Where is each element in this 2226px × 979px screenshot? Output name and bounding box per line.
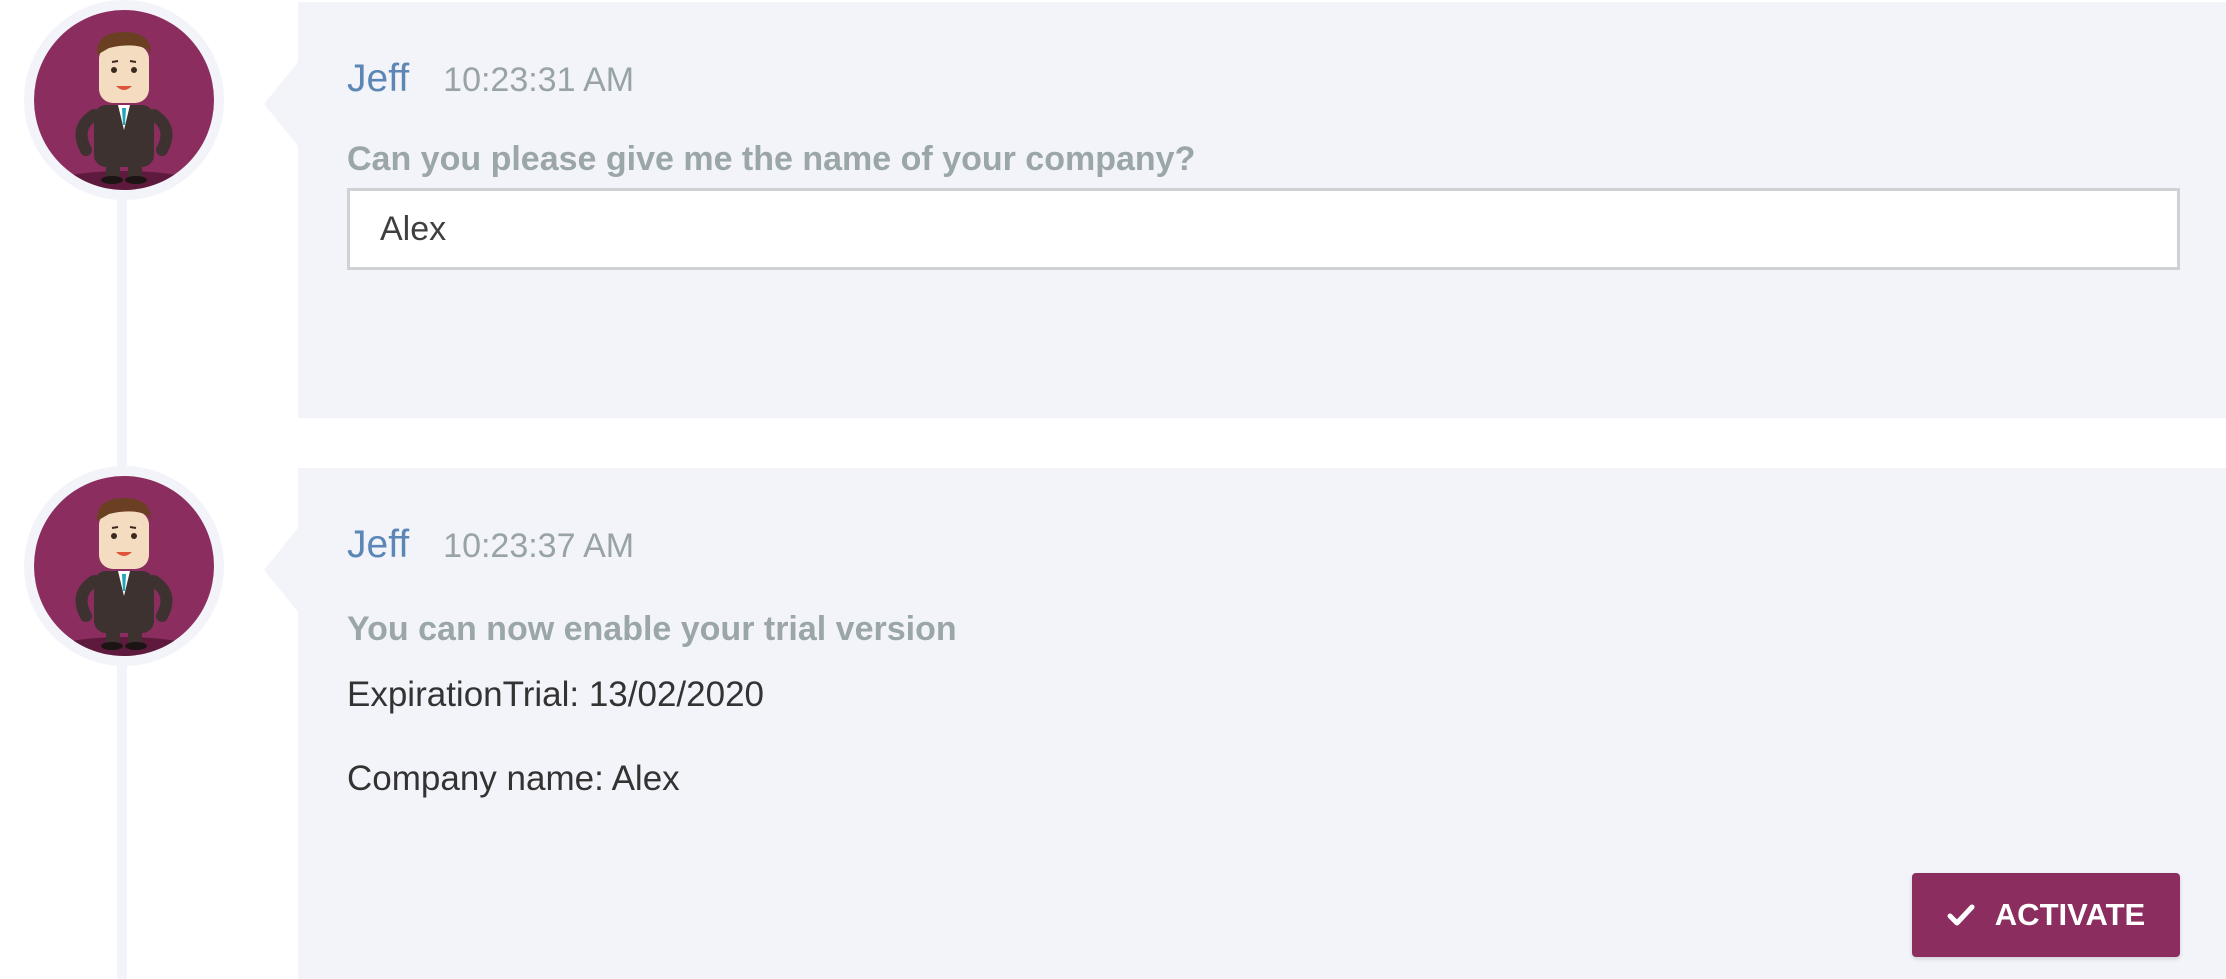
- chat-timeline: Jeff 10:23:31 AM Can you please give me …: [0, 0, 2226, 979]
- businessman-avatar-icon: [34, 10, 214, 190]
- message-bubble: Jeff 10:23:37 AM You can now enable your…: [264, 468, 2226, 979]
- trial-title: You can now enable your trial version: [347, 610, 957, 648]
- message-time: 10:23:37 AM: [443, 527, 635, 565]
- activate-button[interactable]: ACTIVATE: [1912, 873, 2180, 957]
- company-answer-field[interactable]: Alex: [347, 188, 2180, 270]
- businessman-avatar-icon: [34, 476, 214, 656]
- avatar: [24, 0, 224, 200]
- expiration-trial-text: ExpirationTrial: 13/02/2020: [347, 675, 765, 714]
- question-text: Can you please give me the name of your …: [347, 140, 1196, 178]
- sender-name: Jeff: [347, 523, 410, 566]
- message-time: 10:23:31 AM: [443, 61, 635, 99]
- sender-name: Jeff: [347, 57, 410, 100]
- activate-label: ACTIVATE: [1994, 897, 2146, 932]
- message-bubble: Jeff 10:23:31 AM Can you please give me …: [264, 2, 2226, 418]
- company-name-text: Company name: Alex: [347, 759, 680, 798]
- avatar: [24, 466, 224, 666]
- check-icon: [1947, 903, 1975, 927]
